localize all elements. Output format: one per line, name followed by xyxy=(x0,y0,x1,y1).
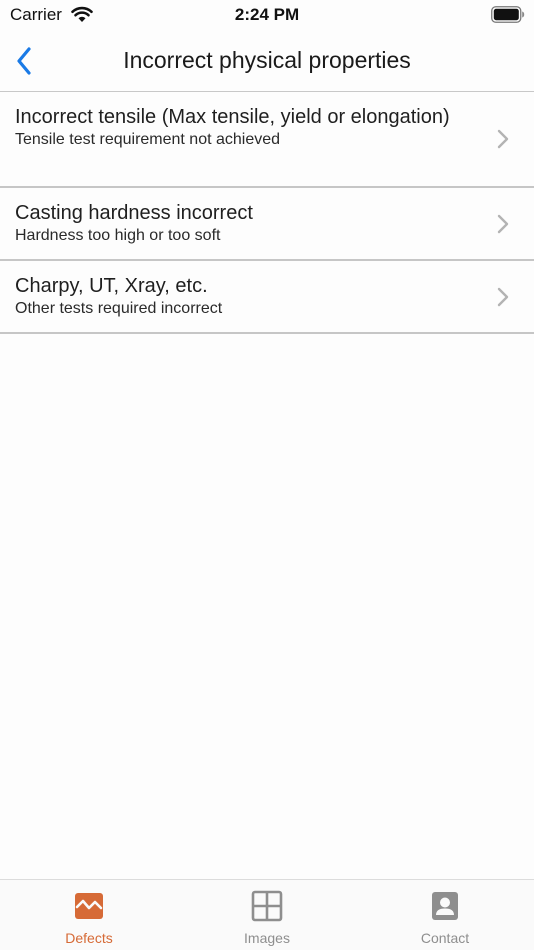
tab-label: Defects xyxy=(65,930,113,946)
list-item-incorrect-tensile[interactable]: Incorrect tensile (Max tensile, yield or… xyxy=(0,92,534,188)
tab-label: Images xyxy=(244,930,290,946)
screen: Carrier 2:24 PM Incorrect physical prope… xyxy=(0,0,534,950)
battery-icon xyxy=(491,6,525,23)
defects-icon xyxy=(75,893,103,919)
tab-contact[interactable]: Contact xyxy=(356,880,534,950)
list-item-title: Incorrect tensile (Max tensile, yield or… xyxy=(15,106,450,128)
page-title: Incorrect physical properties xyxy=(123,47,411,73)
list-item-subtitle: Hardness too high or too soft xyxy=(15,227,221,244)
tab-images[interactable]: Images xyxy=(178,880,356,950)
tab-bar: Defects Images Contact xyxy=(0,879,534,950)
chevron-right-icon xyxy=(497,129,509,149)
navigation-bar: Incorrect physical properties xyxy=(0,30,534,92)
defect-list: Incorrect tensile (Max tensile, yield or… xyxy=(0,92,534,334)
list-item-title: Charpy, UT, Xray, etc. xyxy=(15,275,208,297)
list-item-subtitle: Tensile test requirement not achieved xyxy=(15,131,281,148)
list-item-title: Casting hardness incorrect xyxy=(15,202,253,224)
chevron-right-icon xyxy=(497,287,509,306)
list-item-subtitle: Other tests required incorrect xyxy=(15,300,223,317)
contact-icon xyxy=(432,892,458,920)
tab-defects[interactable]: Defects xyxy=(0,880,178,950)
chevron-right-icon xyxy=(497,214,509,233)
grid-icon xyxy=(251,890,283,922)
status-bar: Carrier 2:24 PM xyxy=(0,0,534,30)
list-item-charpy-ut-xray[interactable]: Charpy, UT, Xray, etc. Other tests requi… xyxy=(0,261,534,334)
list-item-casting-hardness[interactable]: Casting hardness incorrect Hardness too … xyxy=(0,188,534,261)
status-time: 2:24 PM xyxy=(234,5,300,24)
tab-label: Contact xyxy=(420,930,470,946)
